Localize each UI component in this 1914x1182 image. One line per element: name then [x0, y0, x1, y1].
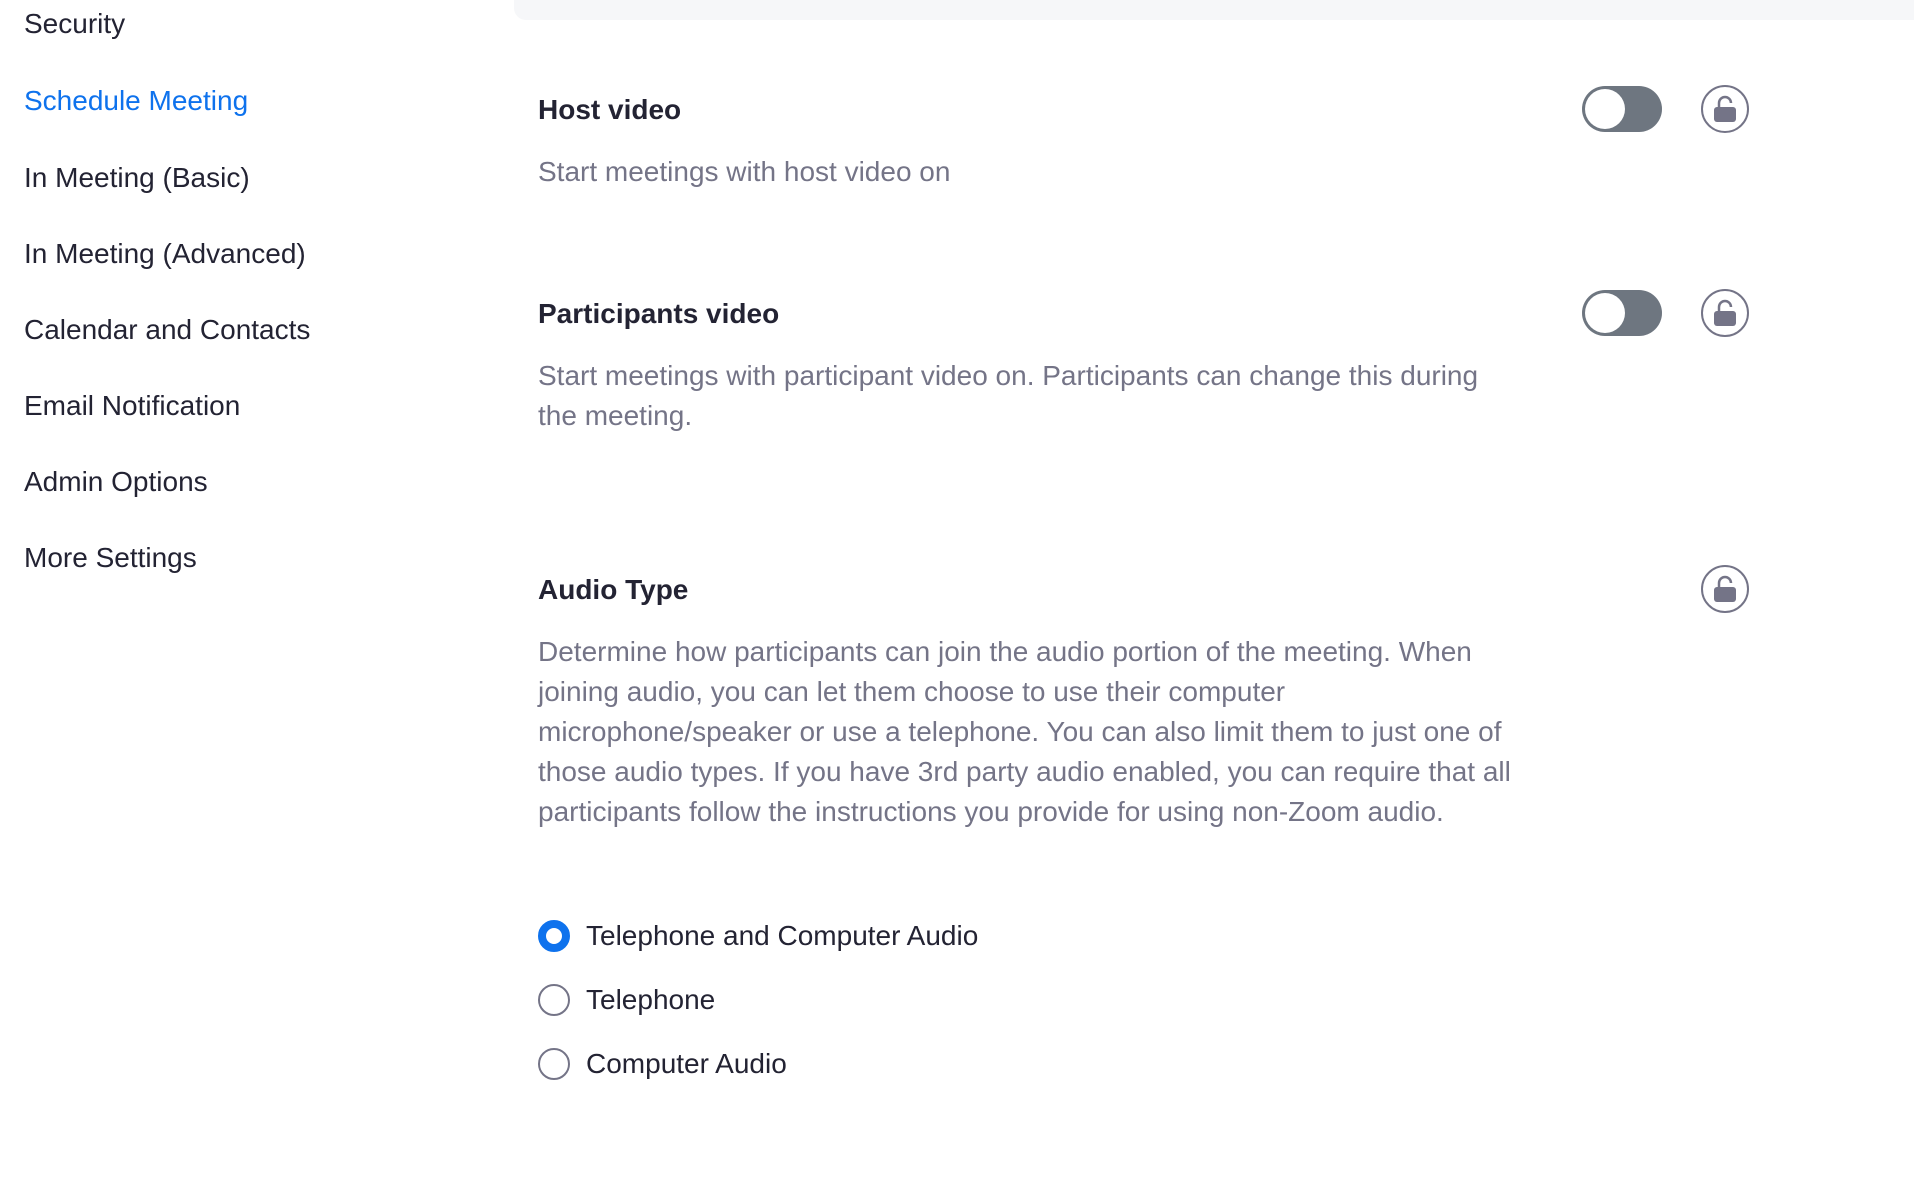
audio-option-computer-audio[interactable]: Computer Audio — [538, 1046, 787, 1082]
sidebar-item-in-meeting-advanced[interactable]: In Meeting (Advanced) — [24, 236, 306, 272]
unlocked-lock-icon — [1714, 95, 1736, 122]
setting-description: Start meetings with participant video on… — [538, 360, 1479, 431]
sidebar-item-email-notification[interactable]: Email Notification — [24, 388, 240, 424]
radio-label: Telephone and Computer Audio — [586, 920, 979, 951]
audio-option-telephone-and-computer[interactable]: Telephone and Computer Audio — [538, 918, 978, 954]
settings-sidebar: Security Schedule Meeting In Meeting (Ba… — [0, 0, 500, 1182]
setting-title: Host video — [538, 94, 682, 125]
sidebar-item-in-meeting-basic[interactable]: In Meeting (Basic) — [24, 160, 250, 196]
participants-video-toggle[interactable] — [1582, 290, 1662, 336]
sidebar-item-more-settings[interactable]: More Settings — [24, 540, 197, 576]
sidebar-item-security[interactable]: Security — [24, 6, 125, 42]
toggle-knob — [1585, 89, 1625, 129]
setting-title: Audio Type — [538, 574, 689, 605]
host-video-toggle[interactable] — [1582, 86, 1662, 132]
sidebar-item-schedule-meeting[interactable]: Schedule Meeting — [24, 83, 248, 119]
sidebar-item-admin-options[interactable]: Admin Options — [24, 464, 208, 500]
setting-description: Start meetings with host video on — [538, 156, 951, 187]
toggle-knob — [1585, 293, 1625, 333]
host-video-lock-button[interactable] — [1701, 85, 1749, 133]
unlocked-lock-icon — [1714, 575, 1736, 602]
radio-button[interactable] — [538, 984, 570, 1016]
unlocked-lock-icon — [1714, 299, 1736, 326]
top-tab-strip — [514, 0, 1914, 20]
audio-type-lock-button[interactable] — [1701, 565, 1749, 613]
sidebar-item-calendar-and-contacts[interactable]: Calendar and Contacts — [24, 312, 310, 348]
radio-label: Computer Audio — [586, 1048, 787, 1079]
setting-title: Participants video — [538, 298, 780, 329]
radio-button[interactable] — [538, 1048, 570, 1080]
radio-button-selected[interactable] — [538, 920, 570, 952]
participants-video-lock-button[interactable] — [1701, 289, 1749, 337]
settings-page: Security Schedule Meeting In Meeting (Ba… — [0, 0, 1914, 1182]
audio-option-telephone[interactable]: Telephone — [538, 982, 715, 1018]
radio-label: Telephone — [586, 984, 716, 1015]
setting-description: Determine how participants can join the … — [538, 636, 1511, 827]
